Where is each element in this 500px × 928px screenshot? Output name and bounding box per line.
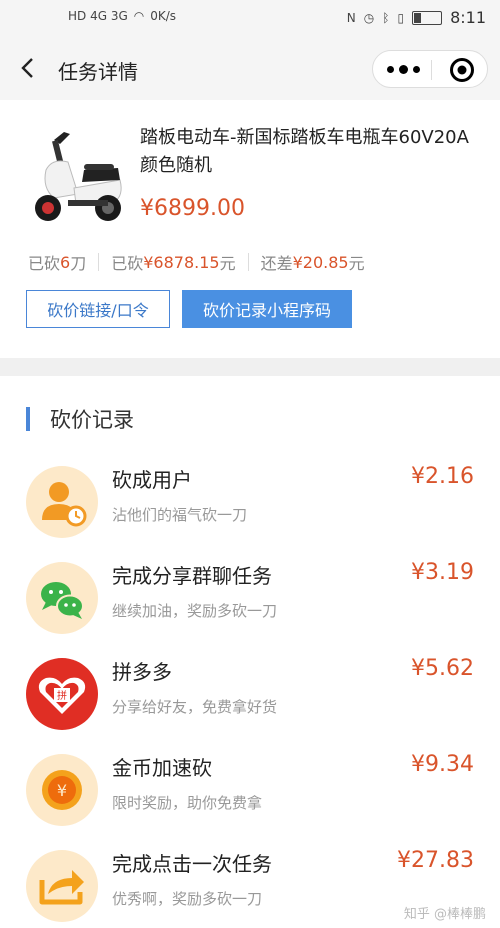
remaining-label: 还差 xyxy=(260,254,293,273)
watermark: 知乎 @棒棒鹏 xyxy=(403,907,486,922)
record-desc: 分享给好友，免费拿好货 xyxy=(112,698,278,716)
record-item: ¥ 金币加速砍 限时奖励，助你免费拿 ¥9.34 xyxy=(0,742,500,838)
record-name: 完成分享群聊任务 xyxy=(112,564,272,588)
cut-times-label: 已砍 xyxy=(28,254,61,273)
records-header: 砍价记录 xyxy=(26,404,134,434)
record-item: 完成分享群聊任务 继续加油，奖励多砍一刀 ¥3.19 xyxy=(0,550,500,646)
product-price: ¥6899.00 xyxy=(140,196,245,221)
wifi-icon: ◠ xyxy=(133,9,145,23)
vibrate-icon: ▯ xyxy=(397,10,405,25)
status-right: N ◷ ᛒ ▯ 8:11 xyxy=(347,8,486,27)
scooter-image xyxy=(35,132,122,221)
cut-times-value: 6 xyxy=(60,252,71,272)
wechat-icon xyxy=(26,562,98,634)
network-speed: 0K/s xyxy=(150,9,177,23)
record-name: 金币加速砍 xyxy=(112,756,212,780)
record-desc: 沾他们的福气砍一刀 xyxy=(112,506,248,524)
miniprogram-capsule xyxy=(372,50,488,88)
bargain-link-button[interactable]: 砍价链接/口令 xyxy=(26,290,170,328)
cut-times-unit: 刀 xyxy=(70,254,87,273)
record-amount: ¥2.16 xyxy=(411,464,474,489)
stats-divider xyxy=(98,253,100,271)
record-item: 拼 拼多多 分享给好友，免费拿好货 ¥5.62 xyxy=(0,646,500,742)
battery-icon xyxy=(412,10,443,25)
back-arrow-icon[interactable] xyxy=(16,56,40,80)
network-indicator: HD 4G 3G xyxy=(68,9,128,23)
user-clock-icon xyxy=(26,466,98,538)
nav-bar: 任务详情 xyxy=(0,36,500,100)
record-item: 砍成用户 沾他们的福气砍一刀 ¥2.16 xyxy=(0,454,500,550)
stats-divider xyxy=(247,253,249,271)
record-desc: 限时奖励，助你免费拿 xyxy=(112,794,263,812)
record-name: 砍成用户 xyxy=(112,468,192,492)
alarm-icon: ◷ xyxy=(363,10,375,25)
remaining-value: ¥20.85 xyxy=(292,252,349,272)
bargain-qrcode-button[interactable]: 砍价记录小程序码 xyxy=(182,290,352,328)
product-card: 踏板电动车-新国标踏板车电瓶车60V20A颜色随机 ¥6899.00 已砍 6 … xyxy=(0,100,500,358)
status-left: HD 4G 3G ◠ 0K/s xyxy=(68,9,176,23)
product-title: 踏板电动车-新国标踏板车电瓶车60V20A颜色随机 xyxy=(140,127,469,176)
record-desc: 继续加油，奖励多砍一刀 xyxy=(112,602,278,620)
record-amount: ¥5.62 xyxy=(411,656,474,681)
bargain-stats: 已砍 6 刀 已砍 ¥6878.15 元 还差 ¥20.85 元 xyxy=(28,250,365,274)
capsule-divider xyxy=(431,60,432,80)
record-desc: 优秀啊，奖励多砍一刀 xyxy=(112,890,263,908)
bargain-records: 砍价记录 砍成用户 沾他们的福气砍一刀 ¥2.16 完成分享群聊任务 继续加油，… xyxy=(0,376,500,928)
record-name: 完成点击一次任务 xyxy=(112,852,272,876)
cut-amount-label: 已砍 xyxy=(111,254,144,273)
page-title: 任务详情 xyxy=(58,60,138,84)
record-amount: ¥27.83 xyxy=(397,848,474,873)
bluetooth-icon: ᛒ xyxy=(382,10,390,25)
pinduoduo-icon: 拼 xyxy=(26,658,98,730)
close-miniprogram-icon[interactable] xyxy=(449,57,475,83)
status-bar: HD 4G 3G ◠ 0K/s N ◷ ᛒ ▯ 8:11 xyxy=(0,0,500,36)
remaining-unit: 元 xyxy=(348,254,365,273)
record-amount: ¥9.34 xyxy=(411,752,474,777)
record-amount: ¥3.19 xyxy=(411,560,474,585)
records-title: 砍价记录 xyxy=(50,408,134,432)
clock: 8:11 xyxy=(450,8,486,27)
record-name: 拼多多 xyxy=(112,660,172,684)
cut-amount-value: ¥6878.15 xyxy=(143,252,220,272)
gold-coin-icon: ¥ xyxy=(26,754,98,826)
svg-text:拼: 拼 xyxy=(57,689,67,702)
share-arrow-icon xyxy=(26,850,98,922)
nfc-icon: N xyxy=(346,10,356,25)
section-accent-bar xyxy=(26,407,30,431)
more-icon[interactable] xyxy=(387,65,420,74)
svg-text:¥: ¥ xyxy=(57,781,67,800)
cut-amount-unit: 元 xyxy=(219,254,236,273)
